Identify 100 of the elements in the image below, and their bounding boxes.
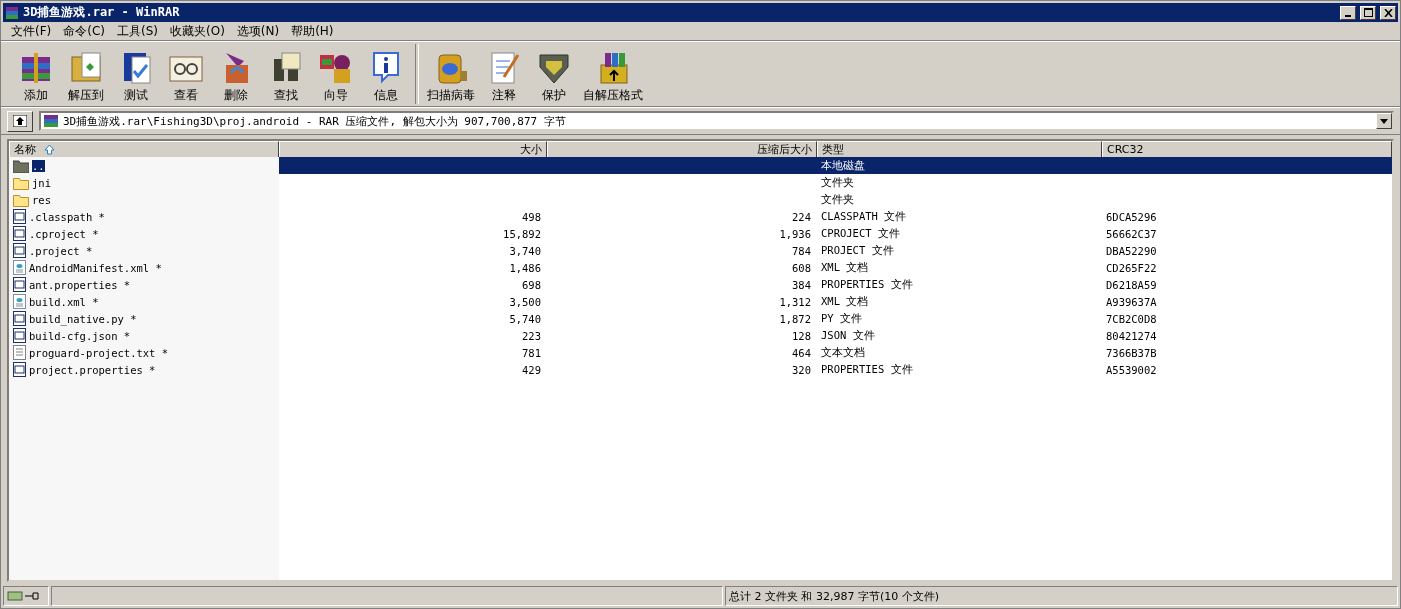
table-cell-text: 608 [791, 260, 812, 276]
file-name-cell[interactable]: project.properties * [9, 361, 279, 378]
table-cell-text: 224 [791, 209, 812, 225]
file-icon [13, 226, 26, 241]
archive-icon [43, 113, 59, 129]
file-name-cell[interactable]: AndroidManifest.xml * [9, 259, 279, 276]
toolbar-button[interactable]: 查看 [161, 49, 211, 104]
table-cell-text: 文本文档 [820, 344, 866, 360]
toolbar-button[interactable]: 查找 [261, 49, 311, 104]
file-icon [13, 209, 26, 224]
file-name-cell[interactable]: .cproject * [9, 225, 279, 242]
file-name-cell[interactable]: jni [9, 174, 279, 191]
table-cell-text: 498 [521, 209, 542, 225]
menu-item[interactable]: 工具(S) [111, 22, 164, 40]
table-cell-text: DBA52290 [1105, 243, 1158, 259]
caret-icon [1380, 118, 1388, 124]
menu-item[interactable]: 文件(F) [5, 22, 58, 40]
dropdown-button[interactable] [1376, 113, 1392, 129]
menu-item[interactable]: 命令(C) [57, 22, 111, 40]
table-cell-text: 文件夹 [820, 191, 855, 207]
table-cell-text: 15,892 [502, 226, 542, 242]
folder-document-icon [68, 49, 104, 85]
toolbar-button[interactable]: 扫描病毒 [423, 49, 479, 104]
table-cell: 本地磁盘 [817, 157, 1102, 174]
file-name-cell[interactable]: build_native.py * [9, 310, 279, 327]
table-cell-text: 1,936 [778, 226, 812, 242]
close-icon [1383, 8, 1393, 17]
table-cell-text: 3,500 [508, 294, 542, 310]
table-cell-text: 7CB2C0D8 [1105, 311, 1158, 327]
file-name-cell[interactable]: .classpath * [9, 208, 279, 225]
text-file-icon [13, 345, 26, 360]
toolbar-button[interactable]: 信息 [361, 49, 411, 104]
table-cell-text: XML 文档 [820, 259, 870, 275]
file-name-cell[interactable]: .project * [9, 242, 279, 259]
menu-item[interactable]: 选项(N) [230, 22, 286, 40]
window-title: 3D捕鱼游戏.rar - WinRAR [23, 4, 181, 21]
table-cell-text: 文件夹 [820, 174, 855, 190]
table-cell-text: A5539002 [1105, 362, 1158, 378]
file-icon [13, 277, 26, 292]
up-arrow-icon [13, 115, 27, 127]
table-cell-text: XML 文档 [820, 293, 870, 309]
table-cell-text: 320 [791, 362, 812, 378]
toolbar-button[interactable]: 注释 [479, 49, 529, 104]
table-cell-text: 429 [521, 362, 542, 378]
up-folder-button[interactable] [7, 110, 33, 132]
table-cell-text: 1,486 [508, 260, 542, 276]
table-cell-text: PROPERTIES 文件 [820, 276, 914, 292]
folder-icon [13, 192, 29, 207]
toolbar-button[interactable]: 解压到 [61, 49, 111, 104]
table-cell-text: 698 [521, 277, 542, 293]
file-name-cell[interactable]: res [9, 191, 279, 208]
file-name-cell[interactable]: .. [9, 157, 279, 174]
table-cell-text: 464 [791, 345, 812, 361]
table-cell-text: 5,740 [508, 311, 542, 327]
sort-arrow-icon [44, 144, 55, 155]
table-cell-text: 128 [791, 328, 812, 344]
table-cell-text: 784 [791, 243, 812, 259]
menu-item[interactable]: 帮助(H) [285, 22, 340, 40]
maximize-icon [1363, 8, 1373, 17]
table-cell-text: 1,872 [778, 311, 812, 327]
path-field[interactable]: 3D捕鱼游戏.rar\Fishing3D\proj.android - RAR 压缩文件, 解包大小为 907,700,877 字节 [39, 111, 1394, 131]
toolbar-button[interactable]: 向导 [311, 49, 361, 104]
table-cell-text: CPROJECT 文件 [820, 225, 901, 241]
table-cell-text: 781 [521, 345, 542, 361]
table-cell-text: D6218A59 [1105, 277, 1158, 293]
minimize-icon [1345, 14, 1351, 17]
toolbar-button[interactable]: 删除 [211, 49, 261, 104]
minimize-button[interactable] [1340, 5, 1356, 20]
table-cell-text: 1,312 [778, 294, 812, 310]
menu-item[interactable]: 收藏夹(O) [164, 22, 231, 40]
xml-file-icon [13, 260, 26, 275]
table-cell-text: 6DCA5296 [1105, 209, 1158, 225]
table-cell-text: PY 文件 [820, 310, 863, 326]
table-cell-text: 56662C37 [1105, 226, 1158, 242]
table-cell-text: A939637A [1105, 294, 1158, 310]
table-cell-text: JSON 文件 [820, 327, 876, 343]
toolbar-button[interactable]: 测试 [111, 49, 161, 104]
file-name-cell[interactable]: proguard-project.txt * [9, 344, 279, 361]
drive-key-icon [7, 590, 39, 602]
close-button[interactable] [1380, 5, 1396, 20]
file-icon [13, 362, 26, 377]
folder-icon [13, 175, 29, 190]
toolbar-button[interactable]: 自解压格式 [579, 49, 647, 104]
file-name-cell[interactable]: ant.properties * [9, 276, 279, 293]
file-name-cell[interactable]: build.xml * [9, 293, 279, 310]
table-cell-text: PROJECT 文件 [820, 242, 895, 258]
status-text: 总计 2 文件夹 和 32,987 字节(10 个文件) [729, 588, 940, 604]
table-cell-text: 80421274 [1105, 328, 1158, 344]
table-cell-text: CD265F22 [1105, 260, 1158, 276]
table-cell-text: CLASSPATH 文件 [820, 208, 908, 224]
table-cell-text: 3,740 [508, 243, 542, 259]
toolbar-button[interactable]: 添加 [11, 49, 61, 104]
table-cell-text: PROPERTIES 文件 [820, 361, 914, 377]
maximize-button[interactable] [1360, 5, 1376, 20]
file-icon [13, 311, 26, 326]
xml-file-icon [13, 294, 26, 309]
file-icon [13, 328, 26, 343]
file-name-cell[interactable]: build-cfg.json * [9, 327, 279, 344]
table-cell-text: 223 [521, 328, 542, 344]
toolbar-button[interactable]: 保护 [529, 49, 579, 104]
